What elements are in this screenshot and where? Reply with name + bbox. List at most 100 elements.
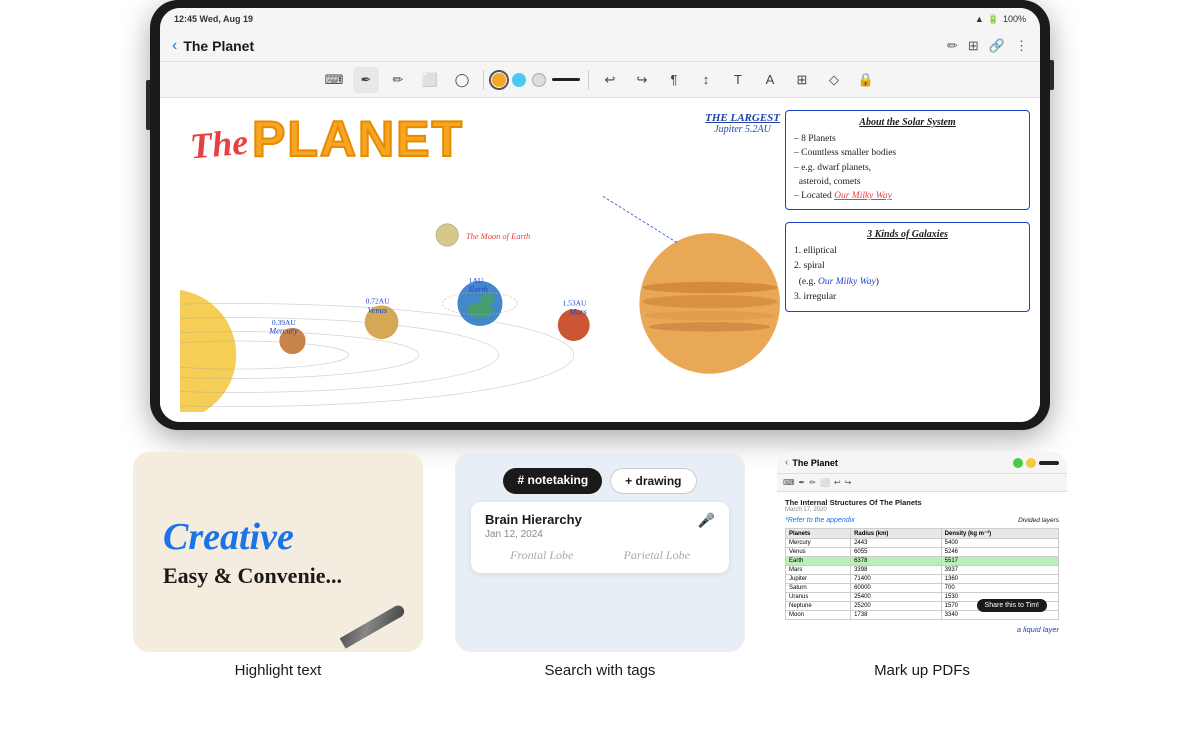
feature-search-tags: # notetaking + drawing Brain Hierarchy J… xyxy=(455,452,745,679)
pdf-divided-label: Divided layers xyxy=(1018,517,1059,528)
table-tool[interactable]: ⊞ xyxy=(789,67,815,93)
pdf-topbar: ‹ The Planet xyxy=(777,452,1067,474)
feature-markup-pdfs: ‹ The Planet ⌨ ✒ ✏ ⬜ ↩ ↪ xyxy=(777,452,1067,679)
largest-label: THE LARGEST xyxy=(705,112,780,124)
solar-item-3b: asteroid, comets xyxy=(794,175,1021,189)
solar-item-4: – Located Our Milky Way xyxy=(794,189,1021,203)
tablet-wrapper: 12:45 Wed, Aug 19 ▲ 🔋 100% ‹ The Planet … xyxy=(150,0,1050,430)
note-preview-info: Brain Hierarchy Jan 12, 2024 xyxy=(485,512,582,540)
pdf-preview: ‹ The Planet ⌨ ✒ ✏ ⬜ ↩ ↪ xyxy=(777,452,1067,652)
jupiter-label: Jupiter 5.2AU xyxy=(705,124,780,135)
pencil-tool[interactable]: ✏ xyxy=(385,67,411,93)
toolbar-separator-2 xyxy=(588,70,589,90)
tablet-frame: 12:45 Wed, Aug 19 ▲ 🔋 100% ‹ The Planet … xyxy=(150,0,1050,430)
markup-pdfs-label: Mark up PDFs xyxy=(874,662,970,679)
galaxy-item-3: 3. irregular xyxy=(794,290,1021,305)
pdf-tool-6[interactable]: ↪ xyxy=(845,478,852,487)
pdf-content-date: March 17, 2020 xyxy=(785,507,1059,513)
pen-tool[interactable]: ✒ xyxy=(353,67,379,93)
pdf-inner: ‹ The Planet ⌨ ✒ ✏ ⬜ ↩ ↪ xyxy=(777,452,1067,652)
battery-icon: 🔋 xyxy=(988,14,999,25)
edit-icon[interactable]: ✏ xyxy=(947,38,958,54)
back-button[interactable]: ‹ xyxy=(172,37,177,55)
keyboard-tool[interactable]: ⌨ xyxy=(321,67,347,93)
svg-text:The Moon of Earth: The Moon of Earth xyxy=(466,231,530,241)
font-tool[interactable]: A xyxy=(757,67,783,93)
note-preview-card: Brain Hierarchy Jan 12, 2024 🎤 Frontal L… xyxy=(471,502,729,573)
top-bar-icons: ✏ ⊞ 🔗 ⋮ xyxy=(947,38,1028,54)
pdf-tool-1[interactable]: ⌨ xyxy=(783,478,795,487)
galaxy-box: 3 Kinds of Galaxies 1. elliptical 2. spi… xyxy=(785,222,1030,312)
highlight-text-label: Highlight text xyxy=(235,662,322,679)
tag-drawing[interactable]: + drawing xyxy=(610,468,696,494)
pdf-tool-5[interactable]: ↩ xyxy=(834,478,841,487)
feature-highlight-text: Creative Easy & Convenie... Highlight te… xyxy=(133,452,423,679)
redo-tool[interactable]: ↪ xyxy=(629,67,655,93)
text-tool[interactable]: T xyxy=(725,67,751,93)
highlight-preview: Creative Easy & Convenie... xyxy=(133,452,423,652)
pdf-back-btn[interactable]: ‹ xyxy=(785,457,788,468)
svg-text:0.39AU: 0.39AU xyxy=(272,318,297,327)
table-row: Jupiter714001360 xyxy=(786,575,1059,584)
note-preview-title: Brain Hierarchy xyxy=(485,512,582,527)
undo-tool[interactable]: ↩ xyxy=(597,67,623,93)
largest-box: THE LARGEST Jupiter 5.2AU xyxy=(705,112,780,135)
pdf-line-tool[interactable] xyxy=(1039,461,1059,465)
galaxy-item-2b: (e.g. Our Milky Way) xyxy=(794,275,1021,290)
paragraph2-tool[interactable]: ↕ xyxy=(693,67,719,93)
pdf-dot-yellow[interactable] xyxy=(1026,458,1036,468)
lock-tool[interactable]: 🔒 xyxy=(853,67,879,93)
page-title: The Planet xyxy=(183,38,947,54)
table-row: Mercury24435400 xyxy=(786,539,1059,548)
drawing-toolbar: ⌨ ✒ ✏ ⬜ ◯ ↩ ↪ ¶ ↕ T A ⊞ ◇ 🔒 xyxy=(160,62,1040,98)
easy-text: Easy & Convenie... xyxy=(163,563,342,589)
pdf-tool-4[interactable]: ⬜ xyxy=(820,478,830,487)
table-row: Venus60555246 xyxy=(786,548,1059,557)
pdf-col-density: Density (kg m⁻³) xyxy=(941,529,1058,539)
pdf-toolbar: ⌨ ✒ ✏ ⬜ ↩ ↪ xyxy=(777,474,1067,492)
creative-text: Creative xyxy=(163,515,294,559)
search-tags-label: Search with tags xyxy=(545,662,656,679)
pdf-tool-2[interactable]: ✒ xyxy=(799,478,806,487)
pdf-top-row: *Refer to the appendix Divided layers xyxy=(785,517,1059,528)
pdf-dot-green[interactable] xyxy=(1013,458,1023,468)
eraser-tool[interactable]: ⬜ xyxy=(417,67,443,93)
share-bubble: Share this to Tim! xyxy=(977,599,1047,612)
line-tool[interactable] xyxy=(552,78,580,81)
svg-text:Venus: Venus xyxy=(368,305,388,315)
galaxy-item-1: 1. elliptical xyxy=(794,244,1021,259)
tag-notetaking[interactable]: # notetaking xyxy=(503,468,602,494)
pdf-color-dots xyxy=(1013,458,1059,468)
color-orange[interactable] xyxy=(492,73,506,87)
grid-icon[interactable]: ⊞ xyxy=(968,38,979,54)
pdf-content-heading: The Internal Structures Of The Planets xyxy=(785,498,1059,507)
right-info-panel: About the Solar System – 8 Planets – Cou… xyxy=(785,110,1030,312)
link-icon[interactable]: 🔗 xyxy=(989,38,1005,54)
lasso-tool[interactable]: ◯ xyxy=(449,67,475,93)
pdf-col-radius: Radius (km) xyxy=(851,529,942,539)
pdf-tool-3[interactable]: ✏ xyxy=(809,478,816,487)
paragraph-tool[interactable]: ¶ xyxy=(661,67,687,93)
side-button-left xyxy=(146,80,150,130)
table-row: Saturn60000700 xyxy=(786,584,1059,593)
solar-system-diagram: The Moon of Earth Mercury 0.39AU Venus 0… xyxy=(180,148,780,412)
status-bar: 12:45 Wed, Aug 19 ▲ 🔋 100% xyxy=(160,8,1040,30)
parietal-lobe: Parietal Lobe xyxy=(624,548,690,563)
solar-system-box: About the Solar System – 8 Planets – Cou… xyxy=(785,110,1030,210)
note-preview-header: Brain Hierarchy Jan 12, 2024 🎤 xyxy=(485,512,715,540)
note-content: The PLANET THE LARGEST Jupiter 5.2AU xyxy=(160,98,1040,422)
solar-system-title: About the Solar System xyxy=(794,117,1021,128)
note-preview-date: Jan 12, 2024 xyxy=(485,529,582,540)
svg-text:0.72AU: 0.72AU xyxy=(366,296,391,305)
status-time: 12:45 Wed, Aug 19 xyxy=(174,14,253,24)
color-white[interactable] xyxy=(532,73,546,87)
pdf-col-planets: Planets xyxy=(786,529,851,539)
svg-text:1.53AU: 1.53AU xyxy=(563,298,588,307)
more-icon[interactable]: ⋮ xyxy=(1015,38,1028,54)
mic-icon: 🎤 xyxy=(698,512,715,529)
solar-item-3: – e.g. dwarf planets, xyxy=(794,161,1021,175)
shape-tool[interactable]: ◇ xyxy=(821,67,847,93)
color-blue[interactable] xyxy=(512,73,526,87)
galaxy-title: 3 Kinds of Galaxies xyxy=(794,229,1021,240)
toolbar-separator-1 xyxy=(483,70,484,90)
